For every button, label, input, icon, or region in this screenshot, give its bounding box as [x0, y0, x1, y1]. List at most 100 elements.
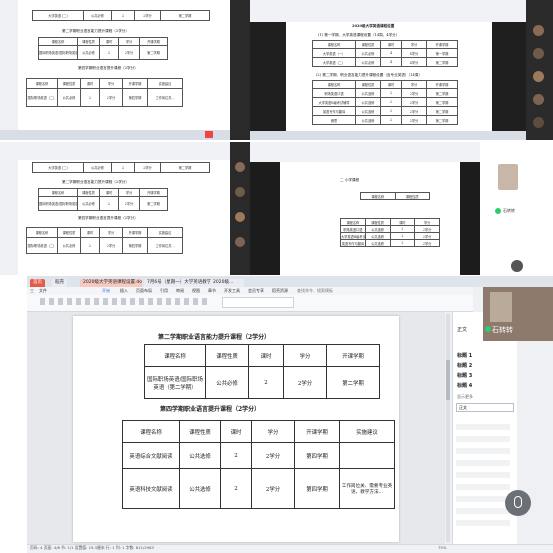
cell: 英语写作与翻译 — [340, 239, 366, 247]
cell: 国际职场英语/国际职场英语（第二学期） — [38, 196, 78, 211]
cell: 课程名称 — [312, 80, 356, 89]
cell: 大学英语 (二) — [32, 10, 84, 21]
taskbar-app-icon[interactable] — [205, 131, 213, 138]
cell: 公共必修 — [83, 162, 112, 173]
screen-share-middle-left: 大学英语 (二) 公共必修 2 2学分 第二学期 第二学期职业语言能力提升课程（… — [0, 142, 250, 275]
cell: 2 — [80, 88, 100, 107]
table-header-cell: 课程性质 — [205, 344, 249, 367]
mic-off-icon — [514, 496, 522, 508]
cell: 学分 — [99, 227, 123, 238]
menu-item[interactable]: 引用 — [160, 288, 168, 294]
cell: 课程性质 — [77, 37, 100, 46]
style-gallery[interactable] — [222, 297, 294, 308]
table-bottom: 课程名称 课程性质 课时 学分 开课学期 实施建议 国际职场英语（二） 公共必修… — [26, 227, 183, 254]
table-bottom: 课程名称 课程性质 课时 学分 开课学期 实施建议 国际职场英语（二） 公共必修… — [26, 78, 183, 107]
cell: 2学分 — [414, 239, 440, 247]
avatar — [533, 94, 544, 105]
cell: 2 — [380, 88, 402, 98]
cell: 第二学期 — [139, 196, 168, 211]
table-top-row: 大学英语 (二) 公共必修 2 2学分 第二学期 — [32, 10, 210, 21]
cell: 2学分 — [99, 237, 123, 254]
cell: 开课学期 — [426, 80, 458, 89]
menu-bar: 三 文件 开始 插入 页面布局 引用 审阅 视图 章节 开发工具 会员专享 稻壳… — [27, 287, 473, 295]
caption-first-term: (1) 第一学期、大学英语课程设置（14周，4学分） — [318, 33, 400, 37]
zoom-level[interactable]: 75% — [438, 545, 446, 550]
style-heading-4[interactable]: 标题 4 — [457, 382, 472, 389]
cell: 第四学期 — [122, 237, 148, 254]
menu-item[interactable]: 稻壳资源 — [272, 288, 288, 294]
app-toolbar — [250, 142, 480, 162]
style-heading-2[interactable]: 标题 2 — [457, 362, 472, 369]
cell: 第二学期 — [160, 162, 210, 173]
table-header-cell: 课时 — [248, 344, 284, 367]
participant-video-tile — [480, 142, 553, 275]
style-select[interactable]: 正文 — [456, 403, 514, 412]
cell: 大学英语B级考试辅导 — [312, 97, 356, 107]
menu-item[interactable]: 三 — [30, 288, 34, 294]
cell: 课程性质 — [57, 227, 81, 238]
cell: 课程名称 — [360, 192, 396, 200]
screen-share-top-left: 大学英语 (二) 公共必修 2 2学分 第二学期 第二学期职业语言能力提升课程（… — [0, 0, 250, 140]
cell: 开课学期 — [139, 37, 168, 46]
menu-item[interactable]: 文件 — [39, 288, 47, 294]
mic-icon — [495, 208, 501, 214]
show-more-label[interactable]: 显示更多 — [457, 394, 473, 400]
cell: 学分 — [401, 40, 427, 49]
table-cell: 工作岗位关、需要专业英语，教学方法... — [339, 468, 395, 509]
vertical-scrollbar[interactable] — [446, 314, 450, 542]
search-command[interactable]: 查找命令、搜索模板 — [297, 288, 333, 294]
tab-docer[interactable]: 稻壳 — [52, 279, 67, 287]
menu-item[interactable]: 开始 — [102, 288, 110, 294]
doc-title: 2020级大学英语课程设置 — [352, 24, 395, 28]
style-heading-3[interactable]: 标题 3 — [457, 372, 472, 379]
ribbon-icon-group — [40, 298, 210, 305]
menu-item[interactable]: 页面布局 — [136, 288, 152, 294]
table-cell: 公共选修 — [179, 468, 221, 509]
caption-second-term: 第二学期职业语言能力提升课程（2学分） — [158, 334, 271, 341]
menu-item[interactable]: 视图 — [192, 288, 200, 294]
cell: 课程名称 — [38, 188, 78, 197]
cell: 学分 — [99, 78, 123, 89]
cell: 第二学期 — [426, 57, 458, 67]
cell: 国际职场英语/国际职场英语（第二学期） — [38, 45, 78, 60]
cell: 公共选修 — [364, 239, 391, 247]
cell: 公共选修 — [364, 225, 391, 233]
table-small-1: 课程名称 课程性质 — [360, 192, 430, 200]
table-mid: 课程名称 课程性质 课时 学分 开课学期 国际职场英语/国际职场英语（第二学期）… — [38, 188, 168, 211]
checkbox-list — [456, 418, 510, 528]
menu-item[interactable]: 插入 — [120, 288, 128, 294]
menu-item[interactable]: 开发工具 — [224, 288, 240, 294]
cell: 工作岗位关... — [147, 88, 183, 107]
cell: 第四学期 — [122, 88, 148, 107]
menu-item[interactable]: 章节 — [208, 288, 216, 294]
screen-share-top-right: 2020级大学英语课程设置 (1) 第一学期、大学英语课程设置（14周，4学分）… — [250, 0, 553, 140]
tab-home[interactable]: 首页 — [30, 279, 45, 287]
avatar — [533, 71, 544, 82]
table-mid: 课程名称 课程性质 课时 学分 开课学期 国际职场英语/国际职场英语（第二学期）… — [38, 37, 168, 60]
tab-document-3[interactable]: 2020级... — [210, 279, 244, 287]
cell: 2学分 — [118, 45, 140, 60]
cell: 课时 — [380, 80, 402, 89]
cell: 公共选修 — [355, 115, 381, 125]
mic-button[interactable] — [511, 260, 523, 272]
caption-second-term: 第二学期职业语言能力提升课程（2学分） — [62, 29, 129, 33]
cell: 学分 — [118, 188, 140, 197]
avatar — [533, 48, 544, 59]
cell: 工作岗位关... — [147, 237, 183, 254]
table-header-cell: 课程性质 — [179, 420, 221, 443]
cell: 大学英语（二） — [312, 57, 356, 67]
cell: 课程名称 — [26, 227, 58, 238]
cell: 第二学期 — [160, 10, 210, 21]
scrollbar-thumb[interactable] — [446, 360, 450, 400]
tab-document-active[interactable]: 2020级大学英语课程设置.docx — [80, 279, 142, 287]
style-heading-1[interactable]: 标题 1 — [457, 352, 472, 359]
cell: 2 — [389, 239, 416, 247]
menu-item[interactable]: 审阅 — [176, 288, 184, 294]
menu-item[interactable]: 会员专享 — [248, 288, 264, 294]
cell: 2 — [99, 196, 119, 211]
cell: 课时 — [99, 37, 119, 46]
cell: 实施建议 — [147, 227, 183, 238]
tab-document-2[interactable]: 7月6号（星期一）大学英语教学 — [144, 279, 212, 287]
cell: 2 — [380, 97, 402, 107]
taskbar — [0, 130, 230, 140]
